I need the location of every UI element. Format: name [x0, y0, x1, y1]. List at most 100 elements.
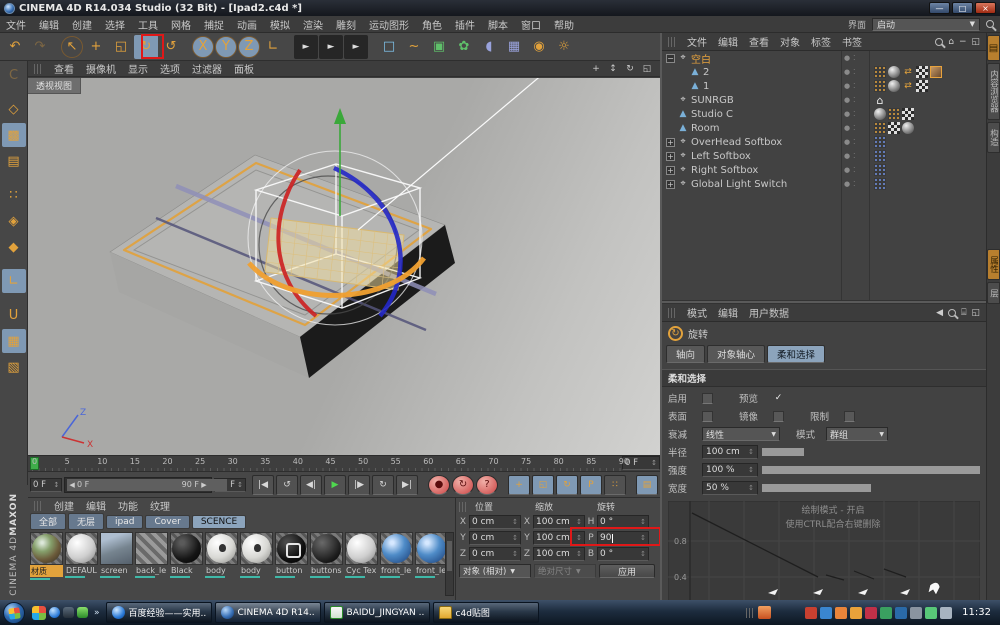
menubar-item[interactable]: 窗口	[521, 17, 541, 32]
om-window-icon[interactable]: ◱	[971, 37, 980, 47]
spline-icon[interactable]: ~	[402, 35, 426, 59]
move-icon[interactable]: +	[84, 35, 108, 59]
om-menu-item[interactable]: 查看	[749, 34, 769, 49]
taskbar-task[interactable]: 百度经验——实用...	[106, 602, 212, 623]
axis-mode-icon[interactable]: ∟	[2, 269, 26, 293]
tray-icon[interactable]	[925, 607, 937, 619]
visibility-dots[interactable]: ●⁚	[844, 124, 855, 132]
zoom-view-icon[interactable]: ↕	[606, 63, 620, 75]
coord-mode-dropdown[interactable]: 对象 (相对)▼	[459, 564, 531, 578]
key-rotation-toggle[interactable]: ↻	[556, 475, 578, 495]
taskbar-chevron[interactable]: »	[91, 608, 103, 618]
sphere-tag-icon[interactable]	[902, 122, 914, 134]
visibility-dots[interactable]: ●⁚	[844, 166, 855, 174]
render-settings-icon[interactable]: ►	[344, 35, 368, 59]
material-thumbnail[interactable]	[30, 532, 63, 565]
viewport-view-tab[interactable]: 透视视图	[28, 78, 81, 94]
material-item[interactable]: front_le	[415, 532, 448, 592]
material-thumbnail[interactable]	[415, 532, 448, 565]
material-thumbnail[interactable]	[310, 532, 343, 565]
panel-grip[interactable]	[34, 64, 42, 74]
goto-end-button[interactable]: ▶|	[396, 475, 418, 495]
dots-tag-icon[interactable]	[888, 108, 900, 120]
tray-icon[interactable]	[895, 607, 907, 619]
am-search-icon[interactable]	[948, 309, 956, 317]
points-mode-icon[interactable]: ∷	[2, 183, 26, 207]
arrows-tag-icon[interactable]: ⇄	[902, 80, 914, 92]
strength-field[interactable]: 100 %↕	[702, 463, 758, 477]
material-thumbnail[interactable]	[240, 532, 273, 565]
object-tree-row[interactable]: +⌖Right Softbox●⁚	[662, 163, 986, 177]
tray-icon[interactable]	[910, 607, 922, 619]
material-item[interactable]: body	[205, 532, 238, 592]
record-keyframe-button[interactable]: ●	[428, 475, 450, 495]
texture-mode-icon[interactable]: ▩	[2, 123, 26, 147]
expand-icon[interactable]: +	[666, 166, 675, 175]
keyframe-selection-button[interactable]: ?	[476, 475, 498, 495]
light-icon[interactable]: ☼	[552, 35, 576, 59]
sphere-tag-icon[interactable]	[874, 108, 886, 120]
om-menu-item[interactable]: 标签	[811, 34, 831, 49]
layout-dropdown[interactable]: 启动▼	[872, 18, 980, 31]
menubar-item[interactable]: 选择	[105, 17, 125, 32]
render-view-icon[interactable]: ►	[294, 35, 318, 59]
radius-slider[interactable]	[762, 448, 980, 456]
next-frame-button[interactable]: |▶	[348, 475, 370, 495]
render-picture-viewer-icon[interactable]: ►	[319, 35, 343, 59]
collapse-icon[interactable]: −	[666, 54, 675, 63]
visibility-dots[interactable]: ●⁚	[844, 82, 855, 90]
close-button[interactable]: ×	[975, 2, 996, 14]
limit-checkbox[interactable]	[844, 411, 855, 422]
play-backwards-button[interactable]: ↺	[276, 475, 298, 495]
expand-icon[interactable]: +	[666, 138, 675, 147]
material-thumbnail[interactable]	[205, 532, 238, 565]
material-tab[interactable]: SCENCE	[192, 515, 246, 529]
rotation-field[interactable]: 0 °↕	[597, 515, 649, 529]
object-name[interactable]: Right Softbox	[691, 165, 758, 176]
scale-field[interactable]: 100 cm↕	[533, 515, 585, 529]
mirror-checkbox[interactable]	[773, 411, 784, 422]
dots-tag-icon[interactable]	[874, 66, 886, 78]
coord-system-icon[interactable]: ∟	[261, 35, 285, 59]
material-item[interactable]: Cyc Tex	[345, 532, 378, 592]
sphere-tag-icon[interactable]	[888, 66, 900, 78]
viewport-menu-item[interactable]: 摄像机	[86, 61, 116, 76]
attribute-tab[interactable]: 柔和选择	[767, 345, 825, 363]
material-item[interactable]: back_le	[135, 532, 168, 592]
checker-tag-icon[interactable]	[916, 80, 928, 92]
texture-tag-icon[interactable]	[930, 66, 942, 78]
enable-checkbox[interactable]	[702, 393, 713, 404]
checker-tag-icon[interactable]	[916, 66, 928, 78]
frame-range-slider[interactable]: ◀ 0 F 90 F ▶	[64, 477, 211, 493]
expand-icon[interactable]: +	[666, 152, 675, 161]
tray-icon[interactable]	[865, 607, 877, 619]
material-item[interactable]: buttons	[310, 532, 343, 592]
material-thumbnail[interactable]	[100, 532, 133, 565]
bluedots-tag-icon[interactable]	[874, 136, 886, 148]
viewport-canvas[interactable]: 透视视图 Z X	[28, 78, 660, 455]
tray-icon[interactable]	[940, 607, 952, 619]
move-view-icon[interactable]: +	[589, 63, 603, 75]
material-thumbnail[interactable]	[170, 532, 203, 565]
environment-icon[interactable]: ◖	[477, 35, 501, 59]
menubar-item[interactable]: 创建	[72, 17, 92, 32]
last-tool-icon[interactable]: ↺	[159, 35, 183, 59]
menubar-item[interactable]: 雕刻	[336, 17, 356, 32]
om-minimize-icon[interactable]: −	[959, 37, 967, 47]
om-menu-item[interactable]: 对象	[780, 34, 800, 49]
autokeying-button[interactable]: ↻	[452, 475, 474, 495]
rotate-icon[interactable]: ↻	[134, 35, 158, 59]
visibility-dots[interactable]: ●⁚	[844, 96, 855, 104]
panel-grip[interactable]	[34, 501, 42, 511]
object-tree-row[interactable]: +⌖OverHead Softbox●⁚	[662, 135, 986, 149]
sphere-tag-icon[interactable]	[888, 80, 900, 92]
position-field[interactable]: 0 cm↕	[469, 531, 521, 545]
side-tab[interactable]: 内容浏览器	[987, 63, 1000, 120]
visibility-dots[interactable]: ●⁚	[844, 152, 855, 160]
mode-dropdown[interactable]: 群组▼	[826, 427, 888, 441]
material-menu-item[interactable]: 功能	[118, 498, 138, 513]
menubar-item[interactable]: 捕捉	[204, 17, 224, 32]
polygons-mode-icon[interactable]: ◆	[2, 235, 26, 259]
live-selection-icon[interactable]: ↖	[61, 36, 83, 58]
tray-icon[interactable]	[880, 607, 892, 619]
